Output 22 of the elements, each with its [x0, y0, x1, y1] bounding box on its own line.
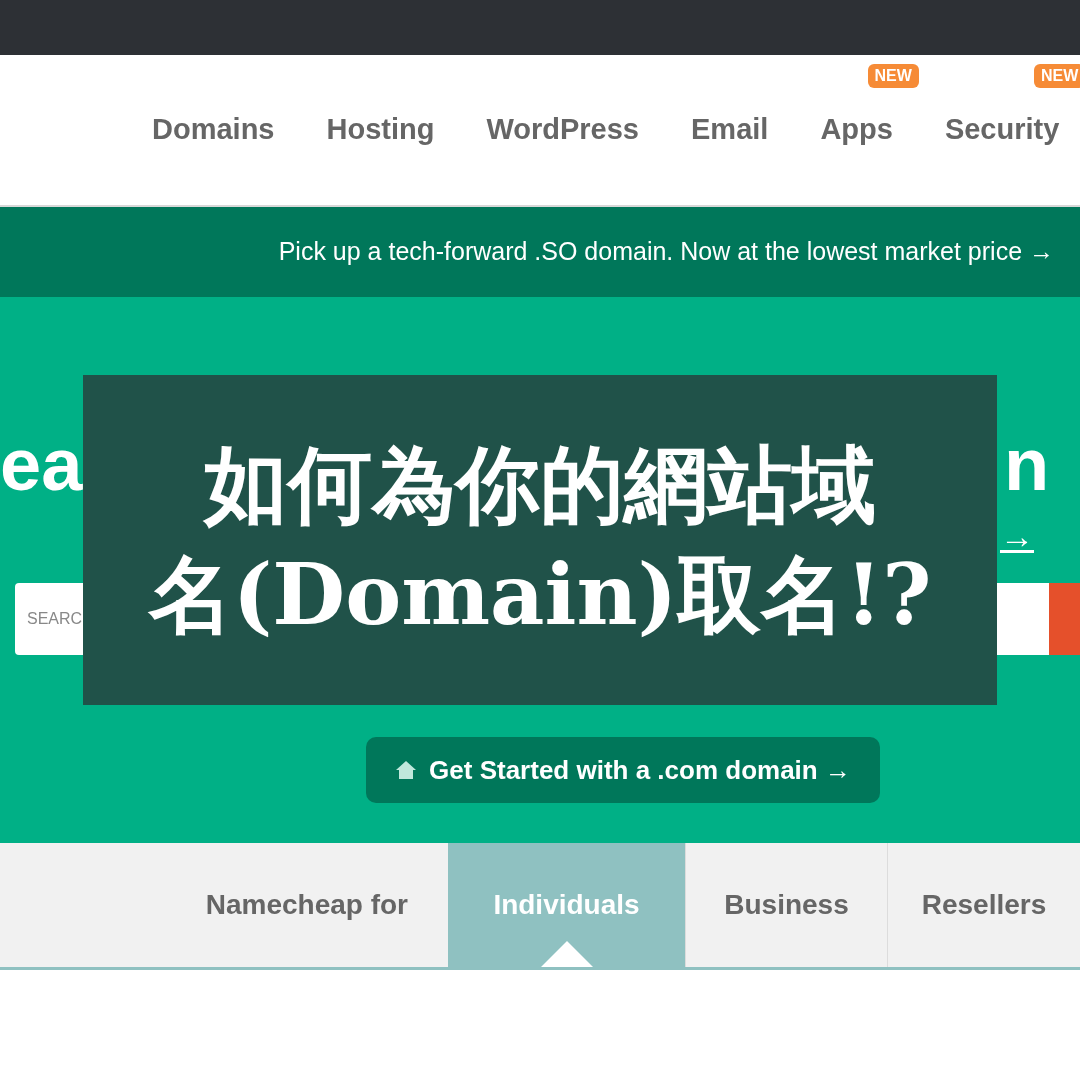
audience-tab[interactable]: Business: [685, 843, 887, 967]
nav-link[interactable]: Security: [944, 113, 1060, 146]
audience-tab[interactable]: Resellers: [887, 843, 1080, 967]
get-started-button[interactable]: Get Started with a .com domain →: [366, 737, 880, 803]
new-badge: NEW: [867, 64, 919, 89]
promo-link[interactable]: →: [1000, 511, 1034, 562]
tabs-label: Namecheap for: [205, 888, 408, 922]
nav-link[interactable]: Hosting: [326, 113, 435, 146]
overlay-title: 名(Domain)取名!?: [148, 544, 932, 646]
nav-link[interactable]: WordPress: [486, 113, 639, 146]
promo-text[interactable]: Pick up a tech-forward .SO domain. Now at the lowest market price →: [278, 233, 1054, 271]
search-label: SEARC: [27, 609, 83, 629]
nav-link[interactable]: Apps: [820, 113, 893, 146]
promo-banner[interactable]: Pick up a tech-forward .SO domain. Now at the lowest market price →: [0, 207, 1080, 297]
new-badge: NEW: [1034, 64, 1080, 89]
hero-heading: ea: [0, 422, 83, 508]
home-icon: [395, 759, 418, 781]
overlay-title: 如何為你的網站域: [204, 434, 876, 536]
search-button[interactable]: [1049, 583, 1080, 655]
hero-heading: n: [1004, 422, 1050, 508]
nav-link[interactable]: Email: [691, 113, 769, 146]
nav-link[interactable]: Domains: [152, 113, 275, 146]
